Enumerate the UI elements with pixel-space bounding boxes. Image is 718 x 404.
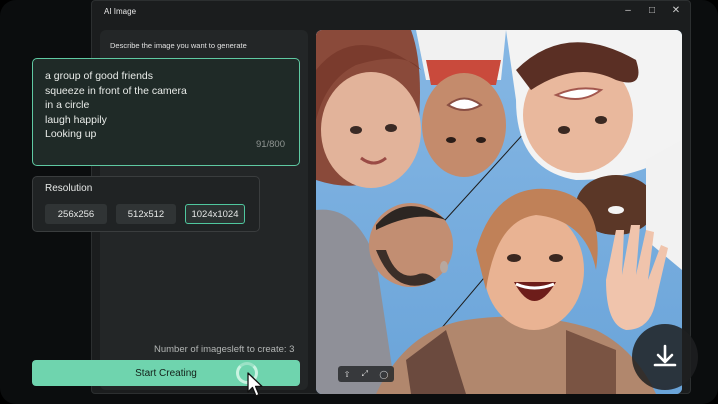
images-left-counter: Number of imagesleft to create: 3 — [154, 344, 295, 355]
maximize-icon[interactable]: □ — [644, 4, 660, 18]
window-controls: – □ ✕ — [620, 4, 684, 18]
char-count: 91/800 — [255, 139, 285, 151]
resolution-option-256[interactable]: 256x256 — [45, 204, 107, 224]
prompt-textarea[interactable]: a group of good friends squeeze in front… — [32, 58, 300, 166]
start-creating-label: Start Creating — [135, 367, 197, 379]
prompt-line: laugh happily — [45, 113, 107, 126]
app-frame: AI Image – □ ✕ Describe the image you wa… — [0, 0, 718, 404]
fullscreen-icon[interactable]: ⤢ — [362, 369, 368, 379]
prompt-label: Describe the image you want to generate — [110, 41, 247, 50]
window-title: AI Image — [104, 7, 137, 16]
settings-icon[interactable]: ◯ — [379, 370, 388, 379]
mouse-cursor-icon — [247, 372, 263, 397]
prompt-line: in a circle — [45, 99, 90, 112]
image-toolbar: ⇧ ⤢ ◯ — [338, 366, 394, 382]
resolution-option-512[interactable]: 512x512 — [116, 204, 176, 224]
download-button[interactable] — [632, 324, 698, 390]
download-icon — [653, 344, 677, 367]
prompt-line: squeeze in front of the camera — [45, 84, 187, 97]
prompt-line: a group of good friends — [45, 70, 153, 82]
resolution-title: Resolution — [45, 183, 93, 194]
generated-image[interactable] — [316, 30, 682, 394]
share-icon[interactable]: ⇧ — [344, 370, 351, 379]
close-icon[interactable]: ✕ — [668, 4, 684, 18]
minimize-icon[interactable]: – — [620, 4, 636, 18]
generated-photo — [316, 30, 682, 394]
resolution-group: Resolution 256x256 512x512 1024x1024 — [32, 176, 260, 232]
title-bar: AI Image – □ ✕ — [92, 1, 690, 23]
resolution-option-1024[interactable]: 1024x1024 — [185, 204, 245, 224]
prompt-line: Looking up — [45, 128, 97, 141]
